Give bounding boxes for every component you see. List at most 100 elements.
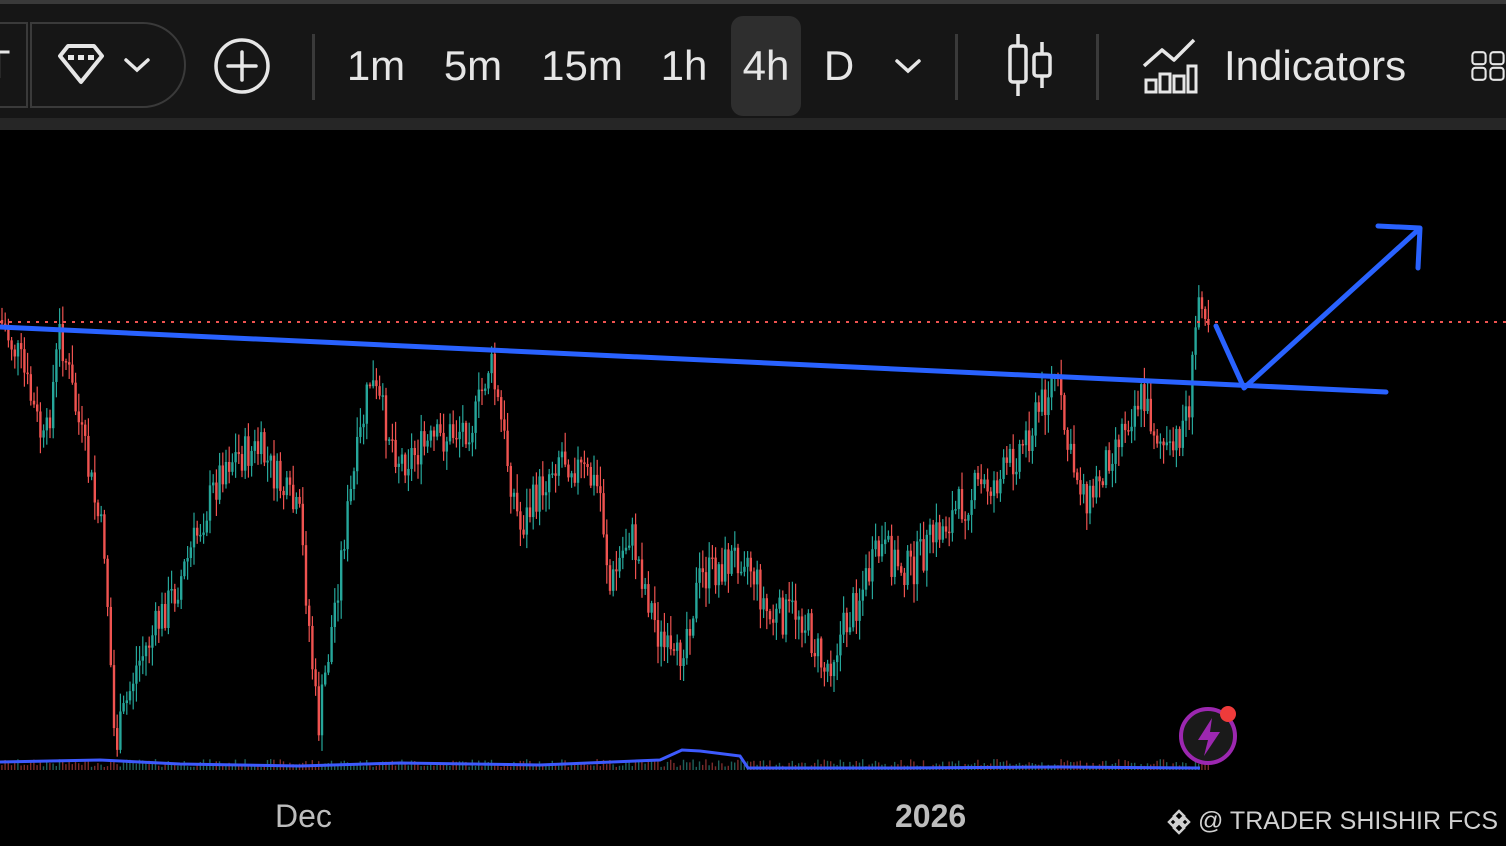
candle-body [564, 451, 567, 465]
volume-bar [426, 765, 429, 770]
projection-arrow[interactable] [1213, 223, 1423, 391]
candle-body [1108, 450, 1111, 471]
candle-body [164, 604, 167, 628]
candle-body [1149, 398, 1152, 432]
candle-body [1066, 429, 1069, 450]
candle-body [858, 600, 861, 621]
candle-body [832, 662, 836, 677]
candle-body [714, 557, 717, 586]
candle-body [68, 362, 71, 365]
candle-body [740, 571, 743, 574]
pro-selector-button[interactable] [30, 22, 186, 108]
candle-body [333, 602, 336, 627]
timeframe-1h[interactable]: 1h [652, 16, 716, 116]
volume-bar [660, 766, 662, 770]
timeframe-15m[interactable]: 15m [534, 16, 630, 116]
candle-body [672, 649, 676, 651]
candle-body [205, 520, 208, 533]
indicators-button[interactable]: Indicators [1140, 26, 1430, 106]
candle-body [548, 474, 551, 493]
candle-body [807, 613, 810, 631]
timeframe-label: 1h [660, 42, 708, 89]
candle-body [416, 455, 420, 465]
volume-bar [433, 765, 435, 770]
candle-body [125, 700, 128, 704]
volume-bar [644, 763, 646, 770]
volume-bar [590, 765, 592, 770]
timeframe-d[interactable]: D [816, 16, 862, 116]
candle-body [656, 620, 660, 647]
candle-body [1120, 423, 1124, 448]
volume-bar [558, 765, 560, 770]
candle-body [1178, 428, 1181, 448]
toolbar-divider [312, 34, 315, 100]
candle-body [455, 437, 458, 440]
candle-body [55, 349, 58, 382]
candlestick-chart-svg[interactable] [0, 130, 1506, 846]
volume-bar [718, 760, 720, 770]
volume-bar [612, 764, 614, 770]
volume-bar [500, 766, 502, 770]
volume-bar [407, 765, 409, 770]
candle-body [266, 460, 269, 463]
candle-body [509, 466, 512, 497]
candle-body [26, 372, 29, 375]
candle-body [845, 612, 848, 633]
volume-bar [670, 759, 672, 770]
candle-body [788, 599, 791, 602]
candle-body [516, 492, 519, 512]
candle-body [948, 531, 951, 534]
volume-bar [714, 766, 717, 770]
add-circle-icon[interactable] [212, 36, 272, 96]
candle-body [842, 612, 845, 635]
watermark-text: @ TRADER SHISHIR FCS [1198, 807, 1498, 835]
timeframe-1m[interactable]: 1m [340, 16, 412, 116]
volume-bar [257, 766, 259, 770]
volume-bar [71, 764, 73, 770]
candle-body [900, 566, 903, 573]
lightning-alert-icon[interactable] [1176, 704, 1240, 768]
candle-body [704, 572, 708, 589]
candle-body [90, 472, 93, 477]
volume-bar [231, 765, 233, 770]
candle-body [954, 509, 957, 511]
volume-bar [682, 759, 685, 770]
candle-body [506, 430, 509, 467]
candle-body [644, 584, 647, 589]
candle-body [100, 514, 103, 517]
candlestick-icon[interactable] [1002, 32, 1058, 98]
symbol-tab-partial[interactable]: T [0, 22, 28, 108]
layout-grid-icon[interactable] [1470, 40, 1506, 92]
candle-body [813, 653, 816, 657]
volume-bar [724, 766, 726, 770]
candle-body [1104, 450, 1108, 486]
candle-body [682, 658, 685, 667]
candle-body [39, 411, 42, 438]
candle-body [138, 660, 141, 666]
candle-body [240, 454, 244, 471]
volume-bar [375, 766, 377, 770]
candle-body [730, 550, 733, 574]
candle-body [573, 473, 576, 483]
timeframe-more-chevron-icon[interactable] [886, 48, 930, 84]
candle-body [388, 439, 391, 441]
candle-body [976, 472, 980, 480]
x-axis-label-dec: Dec [275, 798, 332, 834]
volume-bar [177, 765, 179, 770]
volume-bar [622, 765, 624, 770]
price-chart[interactable]: Dec 2026 @ TRADER SHISHIR FCS [0, 130, 1506, 846]
candle-body [912, 556, 916, 585]
candle-body [285, 477, 288, 496]
candle-body [336, 600, 340, 603]
trendline[interactable] [0, 324, 1389, 395]
timeframe-4h[interactable]: 4h [731, 16, 801, 116]
timeframe-5m[interactable]: 5m [436, 16, 510, 116]
candle-body [292, 484, 295, 510]
candle-body [1018, 444, 1021, 472]
candle-body [1133, 405, 1136, 427]
candle-body [628, 545, 631, 548]
volume-bar [666, 761, 669, 770]
candle-body [669, 635, 672, 650]
candle-body [1127, 430, 1130, 432]
candle-body [1005, 457, 1008, 463]
